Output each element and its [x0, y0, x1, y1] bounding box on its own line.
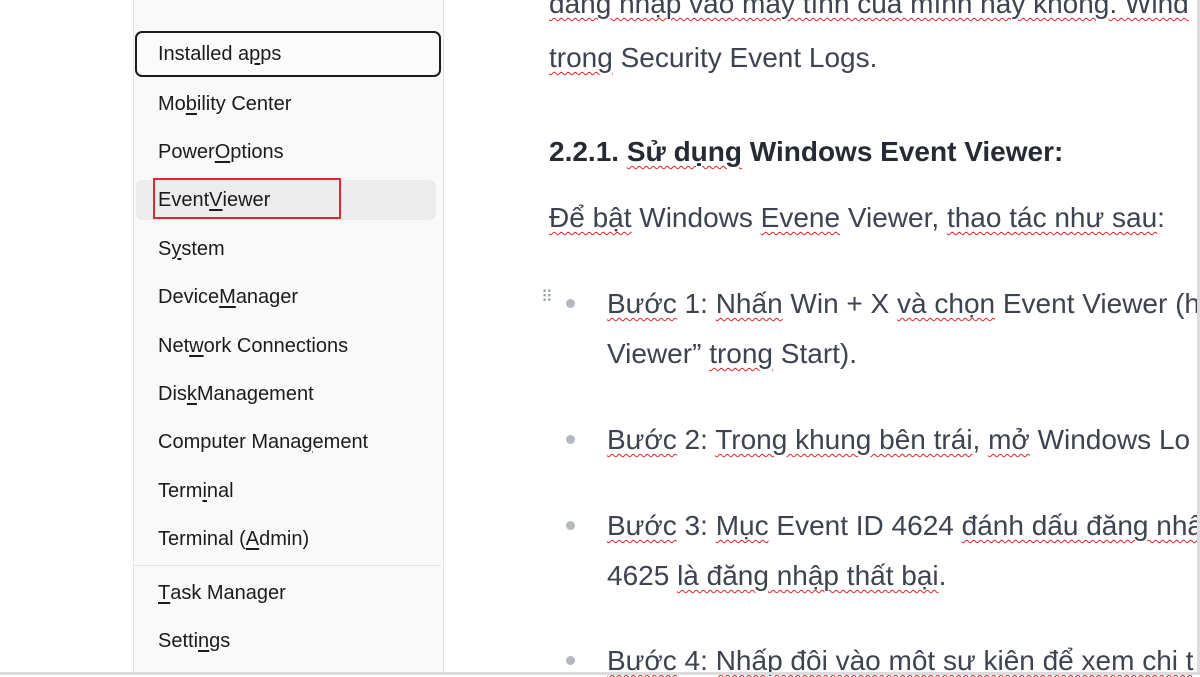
menu-item-task-manager[interactable]: Task Manager [136, 573, 436, 613]
step-4-line: Bước 4: Nhấp đôi vào một sự kiện để xem … [607, 645, 1194, 676]
menu-item-power-options[interactable]: Power Options [136, 132, 436, 172]
bullet-icon [566, 299, 575, 308]
menu-separator [134, 565, 441, 566]
menu-item-disk-management[interactable]: Dis k Management [136, 374, 436, 414]
intro-paragraph: Để bật Windows Evene Viewer, thao tác nh… [549, 202, 1165, 233]
menu-item-event-viewer[interactable]: Event Viewer [136, 178, 436, 220]
article-line-2: trong Security Event Logs. [549, 42, 878, 73]
step-3-line-1: Bước 3: Mục Event ID 4624 đánh dấu đăng … [607, 510, 1200, 541]
step-3-line-2: 4625 là đăng nhập thất bại. [607, 560, 947, 591]
step-1-line-1: Bước 1: Nhấn Win + X và chọn Event Viewe… [607, 288, 1200, 319]
step-1-line-2: Viewer” trong Start). [607, 338, 858, 369]
menu-item-network-connections[interactable]: Net w ork Connections [136, 326, 436, 366]
step-2-line: Bước 2: Trong khung bên trái, mở Windows… [607, 424, 1191, 455]
menu-item-terminal[interactable]: Term i nal [136, 471, 436, 511]
menu-item-device-manager[interactable]: Device Manager [136, 277, 436, 317]
menu-item-computer-management[interactable]: Computer Mana g ement [136, 422, 436, 462]
bullet-icon [566, 656, 575, 665]
menu-item-mobility-center[interactable]: Mo b ility Center [136, 84, 436, 124]
bullet-icon [566, 435, 575, 444]
article-line-1: đăng nhập vào máy tính của mình hay khôn… [549, 0, 1189, 19]
section-heading: 2.2.1. Sử dụng Windows Event Viewer: [549, 136, 1064, 167]
quick-link-menu: Installed a p ps Mo b ility Center Power Opt… [133, 0, 444, 675]
drag-handle-icon[interactable]: ⠿ [541, 290, 555, 312]
menu-item-terminal-admin[interactable]: Terminal (Admin) [136, 519, 436, 559]
menu-item-settings[interactable]: Setti n gs [136, 621, 436, 661]
menu-item-installed-apps[interactable]: Installed a p ps [135, 31, 441, 77]
bullet-icon [566, 521, 575, 530]
menu-item-system[interactable]: Sy stem [136, 229, 436, 269]
